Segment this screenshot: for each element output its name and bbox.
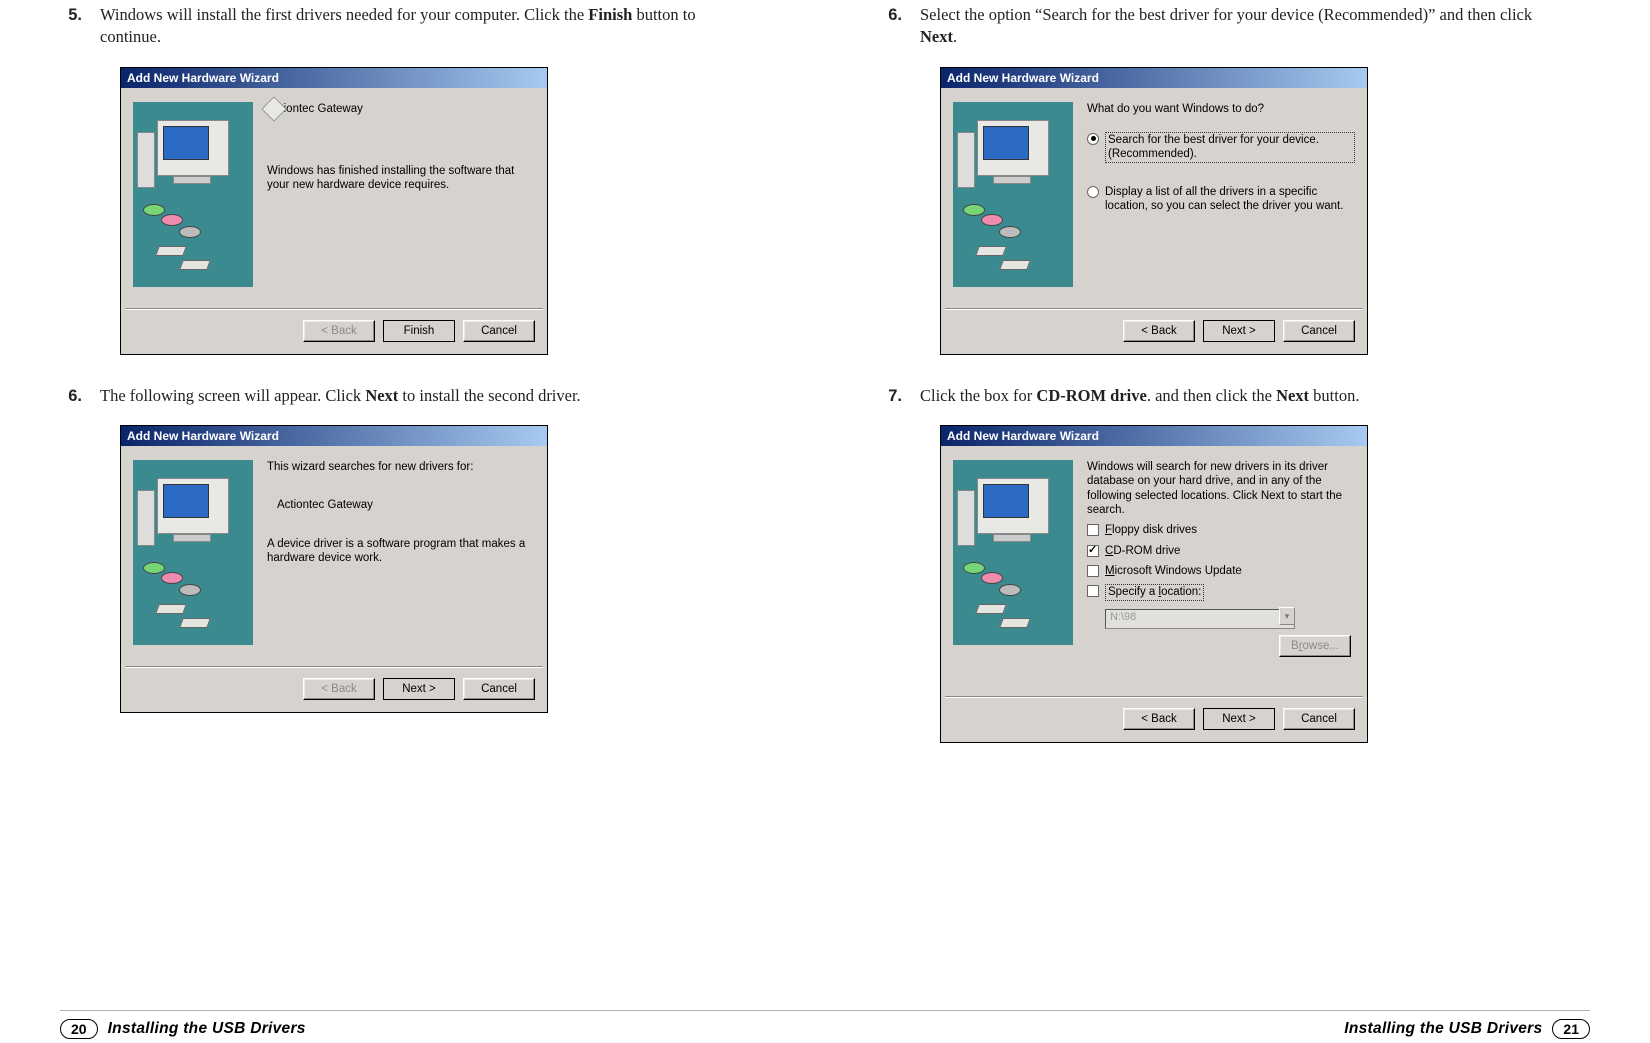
- wizard-art: [133, 460, 253, 645]
- step-text: Windows will install the first drivers n…: [100, 4, 740, 49]
- wizard-title: Add New Hardware Wizard: [121, 68, 547, 88]
- page-number-left: 20: [60, 1019, 98, 1039]
- search-intro: This wizard searches for new drivers for…: [267, 460, 535, 474]
- wizard-finish: Add New Hardware Wizard Actiontec Gatewa…: [120, 67, 548, 355]
- wizard-search-choice: Add New Hardware Wizard What do you want…: [940, 67, 1368, 355]
- footer-rule: [60, 1010, 1590, 1011]
- step-6-right: 6. Select the option “Search for the bes…: [880, 4, 1560, 49]
- step-text: Click the box for CD-ROM drive. and then…: [920, 385, 1359, 407]
- cancel-button[interactable]: Cancel: [1283, 708, 1355, 730]
- next-button[interactable]: Next >: [1203, 708, 1275, 730]
- back-button[interactable]: < Back: [1123, 320, 1195, 342]
- search-intro: Windows will search for new drivers in i…: [1087, 460, 1355, 518]
- footer-title-right: Installing the USB Drivers: [1344, 1020, 1542, 1038]
- cancel-button[interactable]: Cancel: [463, 320, 535, 342]
- dropdown-icon: ▾: [1279, 607, 1295, 625]
- wizard-search-locations: Add New Hardware Wizard Windows will sea…: [940, 425, 1368, 743]
- step-number: 5.: [60, 4, 82, 49]
- step-7: 7. Click the box for CD-ROM drive. and t…: [880, 385, 1560, 407]
- finish-message: Windows has finished installing the soft…: [267, 164, 535, 193]
- radio-display-list[interactable]: Display a list of all the drivers in a s…: [1087, 185, 1355, 214]
- wizard-title: Add New Hardware Wizard: [121, 426, 547, 446]
- radio-icon: [1087, 133, 1099, 145]
- browse-button: Browse...: [1279, 635, 1351, 657]
- footer: 20 Installing the USB Drivers Installing…: [0, 1019, 1650, 1039]
- step-6-left: 6. The following screen will appear. Cli…: [60, 385, 740, 407]
- driver-explain: A device driver is a software program th…: [267, 537, 535, 566]
- device-name: Actiontec Gateway: [277, 498, 535, 512]
- wizard-art: [953, 102, 1073, 287]
- finish-button[interactable]: Finish: [383, 320, 455, 342]
- radio-label: Display a list of all the drivers in a s…: [1105, 185, 1355, 214]
- cancel-button[interactable]: Cancel: [463, 678, 535, 700]
- step-number: 6.: [880, 4, 902, 49]
- checkbox-icon: [1087, 524, 1099, 536]
- radio-icon: [1087, 186, 1099, 198]
- back-button: < Back: [303, 678, 375, 700]
- wizard-art: [133, 102, 253, 287]
- next-button[interactable]: Next >: [1203, 320, 1275, 342]
- wizard-title: Add New Hardware Wizard: [941, 68, 1367, 88]
- next-button[interactable]: Next >: [383, 678, 455, 700]
- step-number: 6.: [60, 385, 82, 407]
- wizard-title: Add New Hardware Wizard: [941, 426, 1367, 446]
- device-name: Actiontec Gateway: [267, 102, 535, 116]
- step-5: 5. Windows will install the first driver…: [60, 4, 740, 49]
- radio-recommended[interactable]: Search for the best driver for your devi…: [1087, 132, 1355, 163]
- checkbox-icon: [1087, 585, 1099, 597]
- page-number-right: 21: [1552, 1019, 1590, 1039]
- check-floppy[interactable]: FFloppy disk drivesloppy disk drives: [1087, 523, 1355, 537]
- right-page: 6. Select the option “Search for the bes…: [880, 0, 1560, 773]
- check-label: Specify a location:: [1105, 584, 1204, 600]
- step-text: Select the option “Search for the best d…: [920, 4, 1560, 49]
- check-specify-location[interactable]: Specify a location:: [1087, 584, 1355, 600]
- location-input[interactable]: N:\98: [1105, 609, 1295, 629]
- check-cdrom[interactable]: CD-ROM drive: [1087, 544, 1355, 558]
- step-text: The following screen will appear. Click …: [100, 385, 581, 407]
- back-button: < Back: [303, 320, 375, 342]
- step-number: 7.: [880, 385, 902, 407]
- wizard-search-intro: Add New Hardware Wizard This wizard sear…: [120, 425, 548, 713]
- cancel-button[interactable]: Cancel: [1283, 320, 1355, 342]
- checkbox-icon: [1087, 565, 1099, 577]
- check-label: CD-ROM drive: [1105, 544, 1180, 558]
- checkbox-icon: [1087, 545, 1099, 557]
- footer-title-left: Installing the USB Drivers: [108, 1020, 306, 1038]
- left-page: 5. Windows will install the first driver…: [60, 0, 740, 773]
- prompt: What do you want Windows to do?: [1087, 102, 1355, 116]
- check-label: Microsoft Windows Update: [1105, 564, 1242, 578]
- check-windows-update[interactable]: Microsoft Windows Update: [1087, 564, 1355, 578]
- check-label: FFloppy disk drivesloppy disk drives: [1105, 523, 1197, 537]
- wizard-art: [953, 460, 1073, 645]
- radio-label: Search for the best driver for your devi…: [1105, 132, 1355, 163]
- back-button[interactable]: < Back: [1123, 708, 1195, 730]
